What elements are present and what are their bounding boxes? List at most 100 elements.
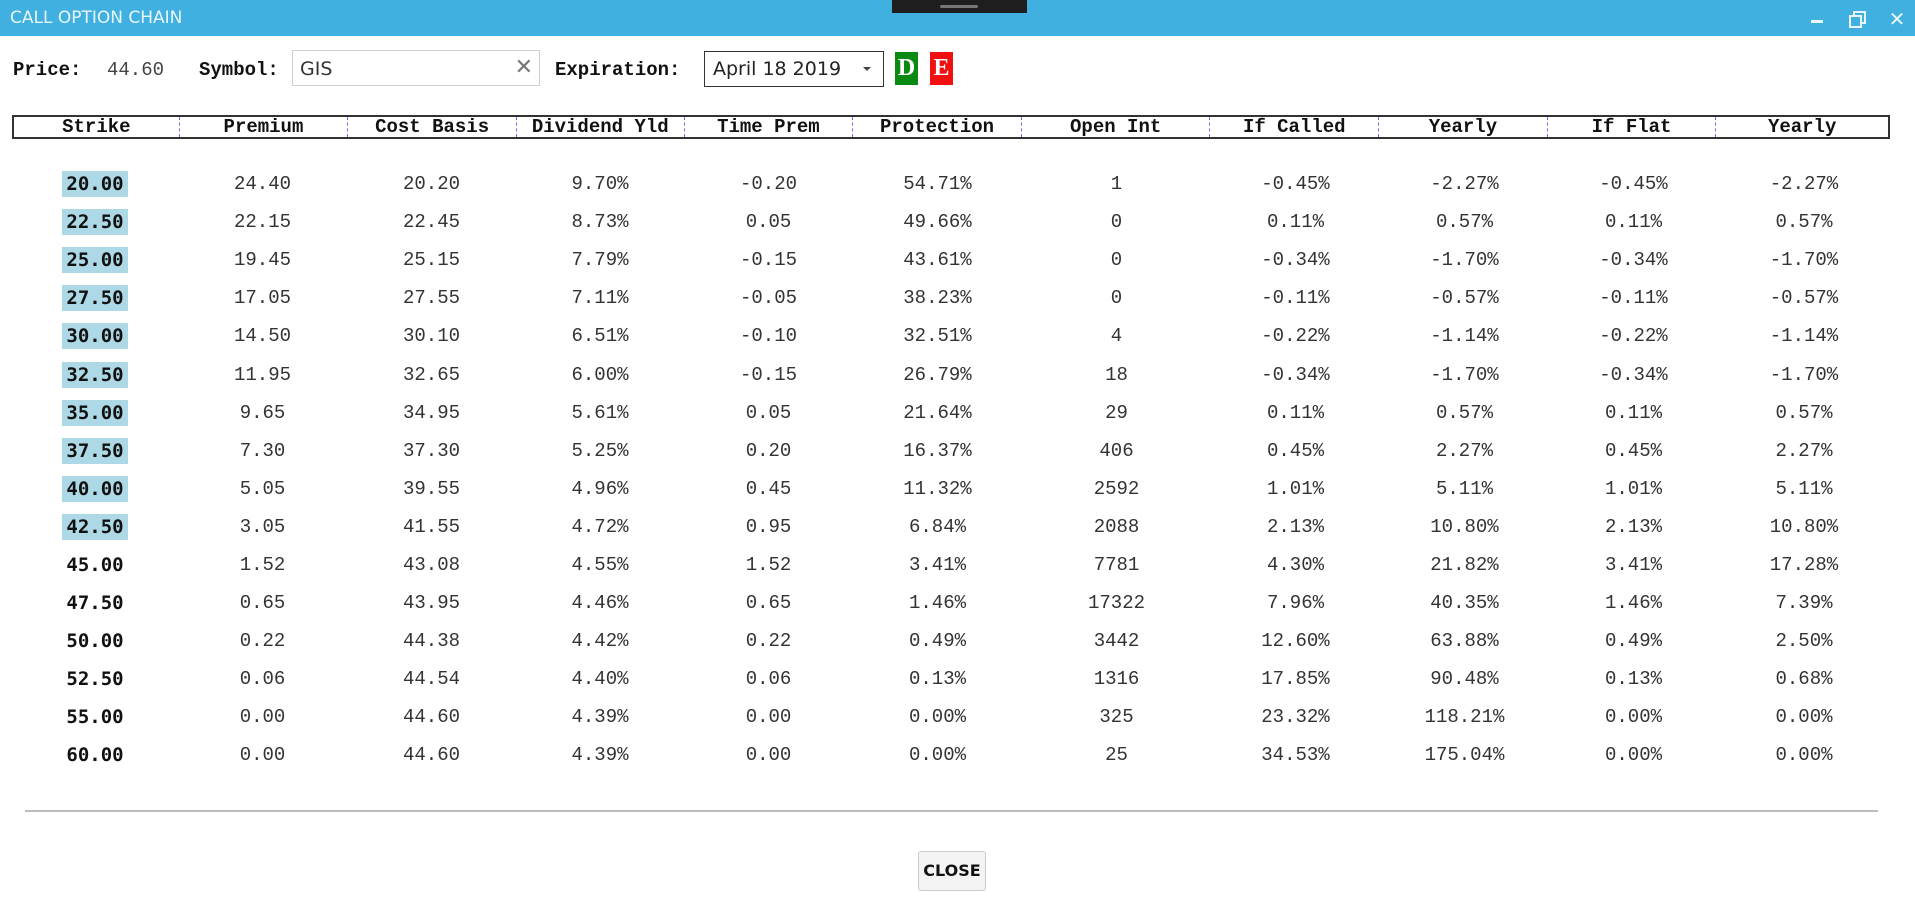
cell-strike: 55.00	[12, 704, 178, 730]
cell-if-called: 0.45%	[1266, 439, 1324, 462]
cell-premium: 0.22	[239, 630, 286, 653]
e-button[interactable]: E	[930, 52, 953, 85]
column-header-premium[interactable]: Premium	[180, 117, 349, 137]
table-row[interactable]: 40.00 5.05 39.55 4.96% 0.45 11.32% 2592 1.01% 5.…	[12, 470, 1890, 508]
table-row[interactable]: 45.00 1.52 43.08 4.55% 1.52 3.41% 7781 4.30% 21.…	[12, 546, 1890, 584]
cell-if-flat: 0.11%	[1604, 211, 1662, 234]
cell-dividend-yld: 7.11%	[571, 287, 629, 310]
cell-premium: 7.30	[239, 439, 286, 462]
cell-strike: 45.00	[12, 552, 178, 578]
strike-badge: 60.00	[66, 744, 124, 767]
table-row[interactable]: 30.00 14.50 30.10 6.51% -0.10 32.51% 4 -0.22% -1…	[12, 317, 1890, 355]
cell-yearly-flat: -1.14%	[1769, 325, 1839, 348]
strike-badge-in-the-money: 22.50	[62, 209, 128, 236]
column-header-strike[interactable]: Strike	[14, 117, 180, 137]
table-row[interactable]: 20.00 24.40 20.20 9.70% -0.20 54.71% 1 -0.45% -2…	[12, 165, 1890, 203]
table-row[interactable]: 55.00 0.00 44.60 4.39% 0.00 0.00% 325 23.32% 118…	[12, 698, 1890, 736]
cell-strike: 22.50	[12, 209, 178, 236]
table-row[interactable]: 22.50 22.15 22.45 8.73% 0.05 49.66% 0 0.11% 0.57…	[12, 203, 1890, 241]
symbol-field[interactable]: ✕	[292, 50, 540, 86]
cell-open-int: 1	[1110, 173, 1123, 196]
strike-badge-in-the-money: 30.00	[62, 323, 128, 350]
cell-if-flat: -0.34%	[1599, 249, 1668, 272]
table-row[interactable]: 37.50 7.30 37.30 5.25% 0.20 16.37% 406 0.45% 2.2…	[12, 432, 1890, 470]
cell-yearly-flat: 5.11%	[1775, 477, 1833, 500]
column-header-if-flat[interactable]: If Flat	[1548, 117, 1717, 137]
cell-strike: 40.00	[12, 475, 178, 502]
table-row[interactable]: 27.50 17.05 27.55 7.11% -0.05 38.23% 0 -0.11% -0…	[12, 279, 1890, 317]
column-header-cost-basis[interactable]: Cost Basis	[348, 117, 517, 137]
table-row[interactable]: 52.50 0.06 44.54 4.40% 0.06 0.13% 1316 17.85% 90…	[12, 660, 1890, 698]
cell-open-int: 3442	[1093, 630, 1140, 653]
expiration-label: Expiration:	[555, 59, 681, 81]
cell-dividend-yld: 4.39%	[571, 706, 629, 729]
cell-time-prem: -0.05	[739, 287, 797, 310]
cell-dividend-yld: 4.40%	[571, 668, 629, 691]
cell-protection: 26.79%	[903, 363, 972, 386]
cell-if-flat: 2.13%	[1604, 515, 1662, 538]
cell-if-flat: 1.01%	[1604, 477, 1662, 500]
restore-button[interactable]	[1845, 8, 1867, 30]
cell-open-int: 25	[1105, 744, 1128, 767]
cell-time-prem: 0.00	[745, 706, 792, 729]
expiration-selected-value: April 18 2019	[713, 58, 842, 80]
cell-time-prem: 0.45	[745, 477, 792, 500]
cell-protection: 32.51%	[903, 325, 972, 348]
close-button[interactable]: CLOSE	[918, 851, 986, 891]
column-header-protection[interactable]: Protection	[853, 117, 1022, 137]
cell-yearly-flat: -1.70%	[1769, 363, 1839, 386]
cell-if-called: 34.53%	[1261, 744, 1330, 767]
column-header-yearly-called[interactable]: Yearly	[1379, 117, 1548, 137]
cell-protection: 0.00%	[908, 744, 966, 767]
cell-time-prem: 0.00	[745, 744, 792, 767]
window-drag-handle[interactable]	[892, 0, 1027, 13]
table-row[interactable]: 60.00 0.00 44.60 4.39% 0.00 0.00% 25 34.53% 175.…	[12, 736, 1890, 774]
cell-yearly-flat: 0.68%	[1775, 668, 1833, 691]
cell-protection: 54.71%	[903, 173, 972, 196]
strike-badge: 45.00	[66, 553, 124, 576]
table-row[interactable]: 35.00 9.65 34.95 5.61% 0.05 21.64% 29 0.11% 0.57…	[12, 394, 1890, 432]
cell-yearly-called: -1.14%	[1430, 325, 1499, 348]
d-button[interactable]: D	[895, 52, 918, 85]
cell-cost-basis: 44.38	[402, 630, 460, 653]
cell-time-prem: -0.15	[739, 363, 797, 386]
column-header-time-prem[interactable]: Time Prem	[685, 117, 854, 137]
toolbar: Price: 44.60 Symbol: ✕ Expiration: April…	[0, 48, 1915, 90]
strike-badge: 55.00	[66, 706, 124, 729]
cell-yearly-called: 10.80%	[1430, 515, 1499, 538]
window-close-button[interactable]: ✕	[1886, 8, 1908, 30]
symbol-input[interactable]	[300, 57, 500, 81]
column-header-if-called[interactable]: If Called	[1210, 117, 1380, 137]
cell-yearly-called: 2.27%	[1435, 439, 1493, 462]
column-header-yearly-flat[interactable]: Yearly	[1716, 117, 1888, 137]
symbol-label: Symbol:	[199, 59, 279, 81]
table-row[interactable]: 32.50 11.95 32.65 6.00% -0.15 26.79% 18 -0.34% -…	[12, 355, 1890, 393]
cell-strike: 30.00	[12, 323, 178, 350]
column-header-dividend-yld[interactable]: Dividend Yld	[517, 117, 685, 137]
chevron-down-icon	[863, 67, 871, 71]
clear-icon[interactable]: ✕	[515, 55, 533, 80]
cell-yearly-flat: 0.57%	[1775, 211, 1833, 234]
cell-cost-basis: 34.95	[402, 401, 460, 424]
cell-yearly-called: -1.70%	[1430, 363, 1499, 386]
cell-premium: 9.65	[239, 401, 286, 424]
cell-cost-basis: 30.10	[402, 325, 460, 348]
table-row[interactable]: 42.50 3.05 41.55 4.72% 0.95 6.84% 2088 2.13% 10.…	[12, 508, 1890, 546]
cell-cost-basis: 32.65	[402, 363, 460, 386]
minimize-button[interactable]	[1806, 8, 1828, 30]
expiration-dropdown[interactable]: April 18 2019	[704, 51, 884, 87]
table-row[interactable]: 50.00 0.22 44.38 4.42% 0.22 0.49% 3442 12.60% 63…	[12, 622, 1890, 660]
cell-dividend-yld: 6.51%	[571, 325, 629, 348]
cell-yearly-flat: 0.00%	[1775, 744, 1833, 767]
cell-open-int: 325	[1099, 706, 1134, 729]
strike-badge-in-the-money: 32.50	[62, 361, 128, 388]
cell-cost-basis: 44.60	[402, 744, 460, 767]
table-row[interactable]: 25.00 19.45 25.15 7.79% -0.15 43.61% 0 -0.34% -1…	[12, 241, 1890, 279]
cell-protection: 38.23%	[903, 287, 972, 310]
table-row[interactable]: 47.50 0.65 43.95 4.46% 0.65 1.46% 17322 7.96% 40…	[12, 584, 1890, 622]
cell-yearly-flat: 7.39%	[1775, 592, 1833, 615]
column-header-open-int[interactable]: Open Int	[1022, 117, 1211, 137]
price-label: Price:	[13, 59, 82, 81]
table-body: 20.00 24.40 20.20 9.70% -0.20 54.71% 1 -0.45% -2…	[12, 165, 1890, 775]
cell-dividend-yld: 4.42%	[571, 630, 629, 653]
